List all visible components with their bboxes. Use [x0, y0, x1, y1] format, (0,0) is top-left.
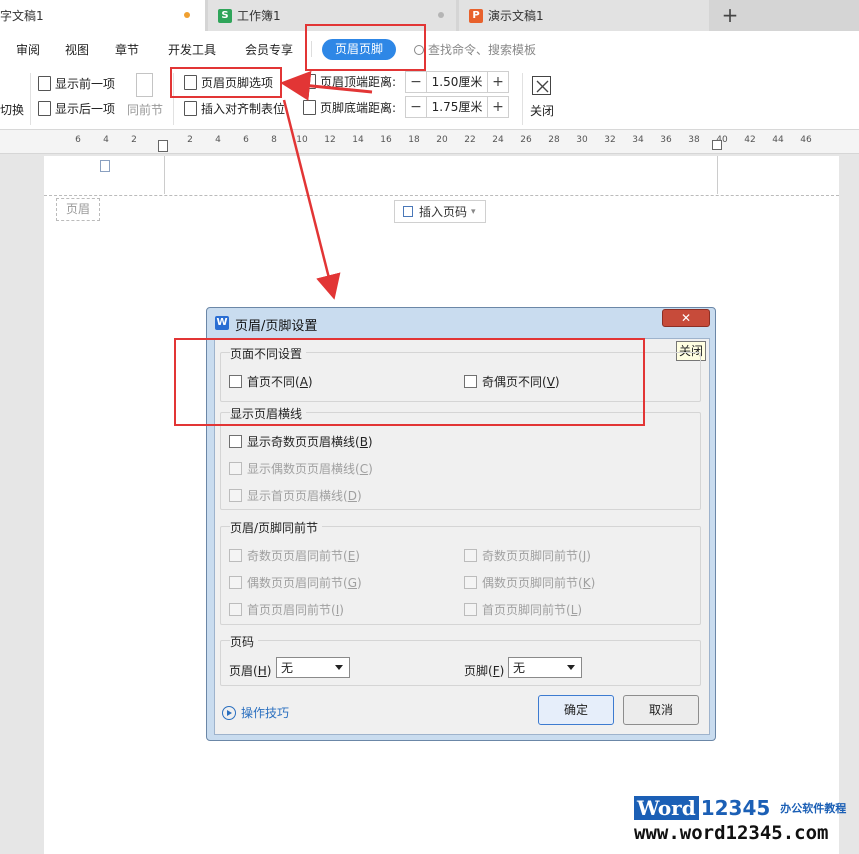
- arrow-to-options: [280, 70, 373, 101]
- site-watermark: Word 12345 办公软件教程 www.word12345.com: [634, 796, 856, 846]
- watermark-brand: Word: [634, 796, 699, 820]
- watermark-subtitle: 办公软件教程: [780, 802, 847, 815]
- watermark-digits: 12345: [700, 796, 771, 820]
- watermark-url: www.word12345.com: [634, 822, 829, 844]
- arrow-to-dialog: [282, 99, 341, 300]
- annotation-arrows: [280, 70, 373, 300]
